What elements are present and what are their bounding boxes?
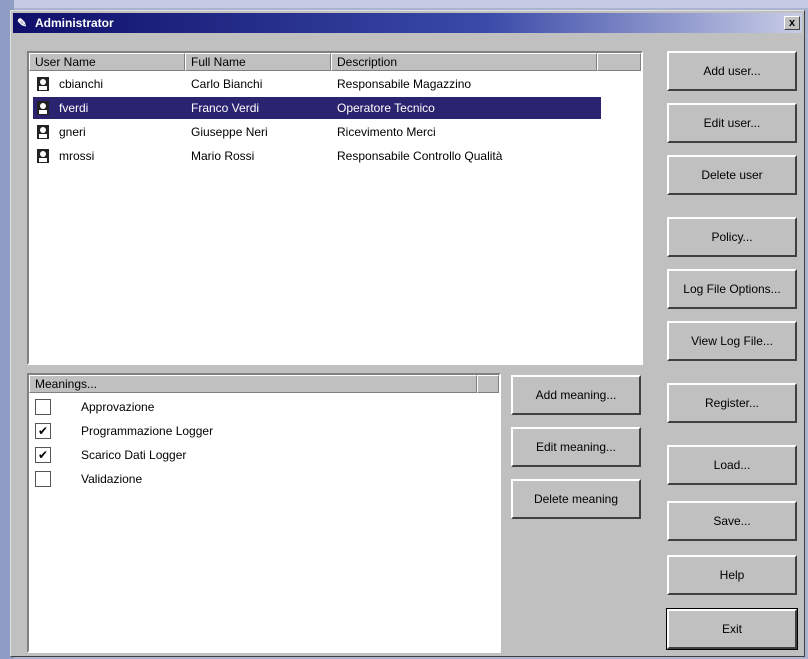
- meaning-checkbox[interactable]: ✔: [35, 447, 51, 463]
- meaning-checkbox[interactable]: ✔: [35, 423, 51, 439]
- delete-user-button[interactable]: Delete user: [667, 155, 797, 195]
- full-name-cell: Giuseppe Neri: [191, 125, 268, 139]
- policy-button[interactable]: Policy...: [667, 217, 797, 257]
- description-cell: Ricevimento Merci: [337, 125, 436, 139]
- description-cell: Operatore Tecnico: [337, 101, 435, 115]
- exit-label: Exit: [721, 622, 742, 636]
- column-header-description[interactable]: Description: [331, 53, 597, 71]
- log-file-options-label: Log File Options...: [683, 282, 781, 296]
- users-list[interactable]: User Name Full Name Description cbianchi…: [27, 51, 643, 365]
- window-title: Administrator: [35, 16, 114, 30]
- table-row[interactable]: mrossi Mario Rossi Responsabile Controllo …: [33, 145, 601, 167]
- exit-button[interactable]: Exit: [666, 608, 798, 650]
- register-button[interactable]: Register...: [667, 383, 797, 423]
- meaning-checkbox[interactable]: [35, 471, 51, 487]
- delete-meaning-label: Delete meaning: [533, 492, 619, 506]
- policy-label: Policy...: [711, 230, 753, 244]
- add-user-button[interactable]: Add user...: [667, 51, 797, 91]
- edit-meaning-label: Edit meaning...: [535, 440, 617, 454]
- save-button[interactable]: Save...: [667, 501, 797, 541]
- full-name-cell: Mario Rossi: [191, 149, 255, 163]
- add-user-label: Add user...: [703, 64, 761, 78]
- view-log-file-button[interactable]: View Log File...: [667, 321, 797, 361]
- meaning-item[interactable]: Validazione: [35, 469, 455, 491]
- close-button[interactable]: x: [784, 16, 800, 30]
- meaning-label: Validazione: [81, 472, 143, 486]
- administrator-window: ✎ Administrator x User Name Full Name De…: [10, 10, 805, 657]
- meanings-list[interactable]: Meanings... Approvazione ✔ Programmazione …: [27, 373, 501, 653]
- table-row[interactable]: fverdi Franco Verdi Operatore Tecnico: [33, 97, 601, 119]
- user-icon: [37, 77, 49, 91]
- meaning-item[interactable]: ✔ Programmazione Logger: [35, 421, 455, 443]
- user-name-cell: gneri: [59, 125, 86, 139]
- edit-meaning-button[interactable]: Edit meaning...: [511, 427, 641, 467]
- meaning-label: Approvazione: [81, 400, 155, 414]
- meaning-checkbox[interactable]: [35, 399, 51, 415]
- meaning-label: Programmazione Logger: [81, 424, 214, 438]
- add-meaning-button[interactable]: Add meaning...: [511, 375, 641, 415]
- column-header-user-name[interactable]: User Name: [29, 53, 185, 71]
- add-meaning-label: Add meaning...: [535, 388, 617, 402]
- table-row[interactable]: gneri Giuseppe Neri Ricevimento Merci: [33, 121, 601, 143]
- full-name-cell: Franco Verdi: [191, 101, 260, 115]
- column-header-meanings-filler: [477, 375, 499, 393]
- description-cell: Responsabile Magazzino: [337, 77, 472, 91]
- user-name-cell: mrossi: [59, 149, 95, 163]
- meaning-item[interactable]: Approvazione: [35, 397, 455, 419]
- user-icon: [37, 101, 49, 115]
- save-label: Save...: [713, 514, 751, 528]
- title-bar[interactable]: ✎ Administrator x: [13, 13, 802, 33]
- full-name-cell: Carlo Bianchi: [191, 77, 263, 91]
- edit-user-button[interactable]: Edit user...: [667, 103, 797, 143]
- help-label: Help: [719, 568, 745, 582]
- delete-meaning-button[interactable]: Delete meaning: [511, 479, 641, 519]
- user-name-cell: fverdi: [59, 101, 89, 115]
- load-label: Load...: [713, 458, 751, 472]
- column-header-full-name[interactable]: Full Name: [185, 53, 331, 71]
- user-icon: [37, 149, 49, 163]
- view-log-file-label: View Log File...: [691, 334, 773, 348]
- meaning-item[interactable]: ✔ Scarico Dati Logger: [35, 445, 455, 467]
- desktop-background-top: [0, 0, 808, 8]
- register-label: Register...: [704, 396, 760, 410]
- load-button[interactable]: Load...: [667, 445, 797, 485]
- edit-user-label: Edit user...: [703, 116, 761, 130]
- column-header-meanings[interactable]: Meanings...: [29, 375, 477, 393]
- app-icon: ✎: [17, 16, 28, 30]
- column-header-filler: [597, 53, 641, 71]
- meaning-label: Scarico Dati Logger: [81, 448, 187, 462]
- delete-user-label: Delete user: [701, 168, 763, 182]
- log-file-options-button[interactable]: Log File Options...: [667, 269, 797, 309]
- help-button[interactable]: Help: [667, 555, 797, 595]
- user-icon: [37, 125, 49, 139]
- table-row[interactable]: cbianchi Carlo Bianchi Responsabile Magazz…: [33, 73, 601, 95]
- user-name-cell: cbianchi: [59, 77, 104, 91]
- description-cell: Responsabile Controllo Qualità: [337, 149, 503, 163]
